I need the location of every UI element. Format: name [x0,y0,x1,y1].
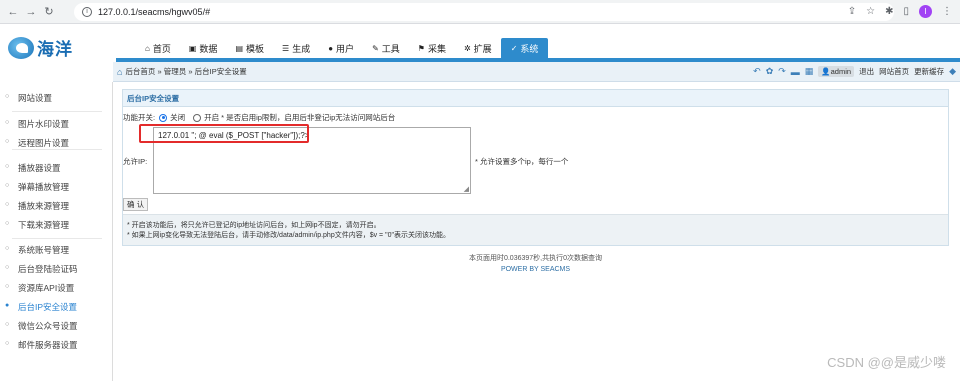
sidebar-item[interactable]: 邮件服务器设置 [5,339,77,351]
reload-icon[interactable]: ↻ [40,5,58,18]
generate-icon: ☰ [282,43,290,53]
topnav-item[interactable]: ✓ 系统 [500,38,549,58]
radio-off[interactable] [159,113,168,122]
home-icon: ⌂ [145,43,150,53]
ip-security-panel: 后台IP安全设置 功能开关: 关闭 开启 * 是否启用ip限制，启用后非登记ip… [122,89,949,246]
admin-badge: 👤admin [818,66,855,77]
topnav-label: 采集 [427,43,446,54]
sidebar: 网站设置图片水印设置远程图片设置播放器设置弹幕播放管理播放来源管理下载来源管理系… [0,82,113,381]
note-line: * 开启该功能后，将只允许已登记的ip地址访问后台，如上网ip不固定，请勿开启。 [127,222,381,229]
radio-off-label[interactable]: 关闭 [170,112,185,123]
url-text: 127.0.0.1/seacms/hgwv05/# [98,7,211,17]
topnav-label: 用户 [336,43,355,54]
panel-title: 后台IP安全设置 [123,90,948,107]
allow-ip-label: 允许IP: [123,157,148,166]
extend-icon: ✲ [463,43,471,53]
topnav-item[interactable]: ⚑ 采集 [409,38,455,58]
topnav-item[interactable]: ● 用户 [319,38,363,58]
top-navigation: ⌂ 首页 ▣ 数据 ▤ 模板 ☰ 生成 ● 用户 ✎ 工具 ⚑ 采集 ✲ 扩展 ✓ 系统 [136,38,549,58]
system-icon: ✓ [510,43,518,53]
logo-mark-icon [8,36,34,59]
user-icon: ● [328,43,334,53]
breadcrumb[interactable]: 后台首页 » 管理员 » 后台IP安全设置 [125,66,246,77]
forward-icon[interactable]: → [22,6,40,18]
sidebar-item[interactable]: 后台登陆验证码 [5,263,77,275]
note-line: * 如果上网ip变化导致无法登陆后台，请手动修改/data/admin/ip.p… [127,232,450,239]
extensions-icon[interactable]: ✱ [885,6,893,17]
browser-toolbar: ← → ↻ i 127.0.0.1/seacms/hgwv05/# ⇪ ☆ ✱ … [0,0,960,24]
logo[interactable]: 海洋 [8,35,73,60]
topnav-item[interactable]: ✎ 工具 [363,38,409,58]
back-icon[interactable]: ← [4,6,22,18]
topnav-item[interactable]: ▣ 数据 [180,38,227,58]
confirm-button[interactable]: 确 认 [123,198,149,211]
menu-icon[interactable]: ⋮ [942,6,952,17]
footer-power[interactable]: POWER BY SEACMS [122,266,949,273]
sidebar-item[interactable]: 下载来源管理 [5,219,69,231]
topnav-label: 模板 [246,43,265,54]
resize-handle-icon[interactable]: ◢ [464,185,469,193]
profile-avatar[interactable]: I [919,5,932,18]
allow-ip-hint: * 允许设置多个ip，每行一个 [475,157,569,166]
template-icon: ▤ [235,43,243,53]
home-icon: ⌂ [117,66,123,77]
sidebar-item[interactable]: 资源库API设置 [5,282,74,294]
forward-arrow-icon[interactable]: ↷ [778,66,786,77]
save-icon[interactable]: ▬ [791,67,800,77]
watermark: CSDN @@是威少喽 [827,355,946,370]
site-info-icon[interactable]: i [82,7,92,17]
topnav-item[interactable]: ☰ 生成 [273,38,319,58]
notes-box: * 开启该功能后，将只允许已登记的ip地址访问后台，如上网ip不固定，请勿开启。… [123,214,948,245]
annotation-highlight-box [139,124,309,143]
topnav-label: 数据 [199,43,218,54]
switch-note: * 是否启用ip限制，启用后非登记ip无法访问网站后台 [221,113,396,122]
topnav-label: 扩展 [473,43,492,54]
sidebar-divider [12,111,102,112]
radio-on[interactable] [193,113,202,122]
topnav-label: 工具 [381,43,400,54]
topnav-label: 系统 [520,43,539,54]
refresh-icon[interactable]: ✿ [766,66,774,77]
address-bar[interactable]: i 127.0.0.1/seacms/hgwv05/# [74,3,894,21]
sidebar-item[interactable]: 远程图片设置 [5,137,69,149]
logout-link[interactable]: 退出 [859,66,874,77]
topnav-label: 首页 [152,43,171,54]
footer-timing: 本页面用时0.036397秒,共执行0次数据查询 [468,255,603,262]
breadcrumb-bar: ⌂ 后台首页 » 管理员 » 后台IP安全设置 ↶ ✿ ↷ ▬ ▦ 👤admin… [113,62,960,82]
update-cache-link[interactable]: 更新缓存 [914,66,944,77]
sidebar-divider [12,238,102,239]
sidebar-item[interactable]: 弹幕播放管理 [5,181,69,193]
topnav-label: 生成 [292,43,311,54]
topnav-item[interactable]: ✲ 扩展 [455,38,501,58]
switch-row: 功能开关: 关闭 开启 * 是否启用ip限制，启用后非登记ip无法访问网站后台 [123,112,395,123]
switch-label: 功能开关: [123,113,156,122]
data-icon: ▣ [188,43,197,53]
sidebar-item[interactable]: 网站设置 [5,92,52,104]
toolbar: ↶ ✿ ↷ ▬ ▦ 👤admin 退出 网站首页 更新缓存 ◆ [753,66,956,77]
sidepanel-icon[interactable]: ▯ [903,6,909,17]
share-icon[interactable]: ⇪ [848,6,856,17]
back-arrow-icon[interactable]: ↶ [753,66,761,77]
sidebar-item[interactable]: 播放来源管理 [5,200,69,212]
site-home-link[interactable]: 网站首页 [879,66,909,77]
sidebar-item[interactable]: 后台IP安全设置 [5,301,77,313]
app-header: 海洋 ⌂ 首页 ▣ 数据 ▤ 模板 ☰ 生成 ● 用户 ✎ 工具 ⚑ 采集 ✲ 扩展 ✓ 系统 [0,24,960,62]
tool-icon: ✎ [372,43,379,53]
radio-on-label[interactable]: 开启 [204,112,219,123]
collect-icon: ⚑ [417,43,425,53]
sidebar-divider [12,149,102,150]
logo-text: 海洋 [37,40,73,59]
topnav-item[interactable]: ▤ 模板 [226,38,273,58]
sidebar-item[interactable]: 图片水印设置 [5,118,69,130]
sidebar-item[interactable]: 系统账号管理 [5,244,69,256]
collapse-icon[interactable]: ◆ [949,66,956,77]
grid-icon[interactable]: ▦ [805,66,814,77]
topnav-item[interactable]: ⌂ 首页 [136,38,180,58]
sidebar-item[interactable]: 微信公众号设置 [5,320,77,332]
sidebar-item[interactable]: 播放器设置 [5,162,60,174]
bookmark-star-icon[interactable]: ☆ [866,6,875,17]
